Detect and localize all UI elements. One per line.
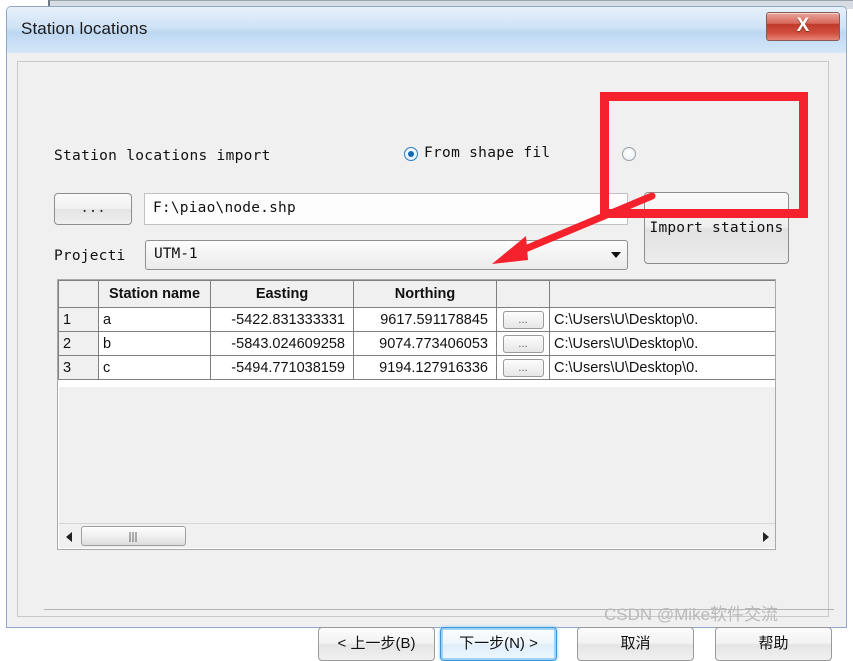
row-number[interactable]: 3 [58,355,99,380]
table-horizontal-scrollbar[interactable] [59,523,775,548]
row-browse-button[interactable]: ... [502,310,544,329]
scroll-right-arrow-icon[interactable] [756,524,775,547]
import-stations-button-label: Import stations [649,220,784,236]
cell-northing[interactable]: 9074.773406053 [353,331,497,356]
dialog-titlebar: Station locations X [7,7,846,54]
table-header-corner[interactable] [58,280,99,308]
cell-northing[interactable]: 9194.127916336 [353,355,497,380]
row-browse-button[interactable]: ... [502,334,544,353]
cell-station-name[interactable]: c [98,355,211,380]
table-body: 1 a -5422.831333331 9617.591178845 ... C… [58,307,775,380]
cell-easting[interactable]: -5422.831333331 [210,307,354,332]
projection-dropdown[interactable]: UTM-1 [145,240,628,270]
cell-easting[interactable]: -5494.771038159 [210,355,354,380]
wizard-page-panel: Station locations import From shape fil … [17,61,834,617]
cell-browse[interactable]: ... [496,307,550,332]
projection-selected-value: UTM-1 [154,246,198,262]
dialog-title: Station locations [21,19,148,38]
chevron-down-icon[interactable] [611,252,621,258]
cell-station-name[interactable]: b [98,331,211,356]
table-row[interactable]: 2 b -5843.024609258 9074.773406053 ... C… [58,331,775,356]
table-row[interactable]: 1 a -5422.831333331 9617.591178845 ... C… [58,307,775,332]
table-header-northing[interactable]: Northing [353,280,497,308]
row-number[interactable]: 1 [58,307,99,332]
projection-label: Projecti [54,248,126,264]
browse-file-button[interactable]: ... [54,193,132,225]
radio-icon-unselected[interactable] [622,147,636,161]
cell-browse[interactable]: ... [496,331,550,356]
cell-station-name[interactable]: a [98,307,211,332]
scrollbar-grip-icon [129,532,138,542]
cell-northing[interactable]: 9617.591178845 [353,307,497,332]
table-header-easting[interactable]: Easting [210,280,354,308]
station-table-grid: Station name Easting Northing 1 a -5422.… [58,280,775,380]
station-locations-dialog: Station locations X Station locations im… [6,6,847,661]
footer-divider [44,609,834,610]
scrollbar-thumb[interactable] [81,526,186,546]
scroll-left-arrow-icon[interactable] [59,524,79,547]
back-button[interactable]: < 上一步(B) [318,627,435,661]
shape-file-path-value: F:\piao\node.shp [153,200,296,216]
close-button[interactable]: X [766,12,840,41]
cell-easting[interactable]: -5843.024609258 [210,331,354,356]
shape-file-path-field[interactable]: F:\piao\node.shp [144,193,628,225]
radio-label-from-shape-file: From shape fil [424,145,551,161]
dialog-client-area: Station locations import From shape fil … [7,53,846,661]
table-header-station-name[interactable]: Station name [98,280,211,308]
row-number[interactable]: 2 [58,331,99,356]
table-header-row: Station name Easting Northing [58,280,775,308]
row-browse-button[interactable]: ... [502,358,544,377]
cancel-button[interactable]: 取消 [577,627,694,661]
table-header-path[interactable] [549,280,775,308]
cell-browse[interactable]: ... [496,355,550,380]
help-button[interactable]: 帮助 [715,627,832,661]
table-header: Station name Easting Northing [58,280,775,308]
cell-path[interactable]: C:\Users\U\Desktop\0. [549,355,775,380]
cell-path[interactable]: C:\Users\U\Desktop\0. [549,307,775,332]
close-icon: X [796,15,810,36]
cell-path[interactable]: C:\Users\U\Desktop\0. [549,331,775,356]
next-button[interactable]: 下一步(N) > [440,627,557,661]
browse-file-button-label: ... [80,200,106,216]
table-row[interactable]: 3 c -5494.771038159 9194.127916336 ... C… [58,355,775,380]
import-stations-button[interactable]: Import stations [644,192,789,264]
station-locations-import-label: Station locations import [54,148,271,164]
table-empty-area [59,387,775,523]
station-table[interactable]: Station name Easting Northing 1 a -5422.… [57,279,776,550]
screenshot-root: Station locations X Station locations im… [0,0,853,661]
radio-icon-selected[interactable] [404,147,418,161]
table-header-browse[interactable] [496,280,550,308]
